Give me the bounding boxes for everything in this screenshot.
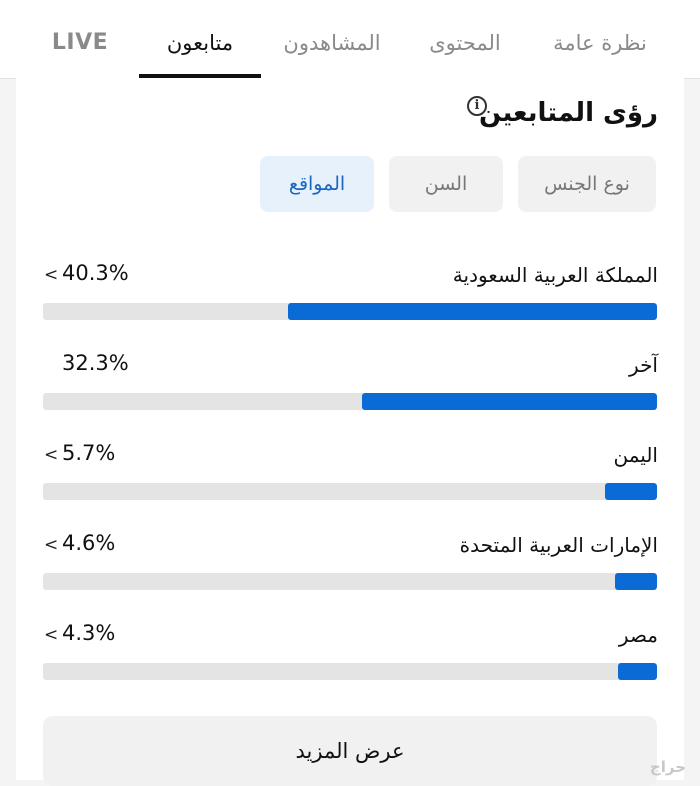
progress-track bbox=[43, 303, 657, 320]
location-name: المملكة العربية السعودية bbox=[452, 263, 658, 287]
watermark-logo: حراج bbox=[649, 758, 686, 776]
filter-gender[interactable]: نوع الجنس bbox=[518, 156, 656, 212]
location-name: اليمن bbox=[613, 443, 658, 467]
info-icon[interactable]: i bbox=[467, 96, 487, 116]
tab-viewers[interactable]: المشاهدون bbox=[282, 0, 382, 78]
list-item[interactable]: < 40.3% المملكة العربية السعودية bbox=[0, 261, 700, 343]
tab-content[interactable]: المحتوى bbox=[425, 0, 505, 78]
tab-overview[interactable]: نظرة عامة bbox=[550, 0, 650, 78]
tab-live[interactable]: LIVE bbox=[45, 0, 115, 78]
progress-fill bbox=[615, 573, 657, 590]
progress-track bbox=[43, 393, 657, 410]
chevron-left-icon: < bbox=[44, 265, 59, 285]
chevron-left-icon: < bbox=[44, 445, 59, 465]
progress-fill bbox=[618, 663, 657, 680]
location-percentage: 5.7% bbox=[62, 441, 116, 465]
progress-fill bbox=[362, 393, 657, 410]
filter-locations[interactable]: المواقع bbox=[260, 156, 374, 212]
progress-track bbox=[43, 483, 657, 500]
section-title: رؤى المتابعين bbox=[479, 98, 658, 128]
progress-track bbox=[43, 573, 657, 590]
filter-age[interactable]: السن bbox=[389, 156, 503, 212]
tab-bar: نظرة عامة المحتوى المشاهدون متابعون LIVE bbox=[0, 0, 700, 79]
location-name: مصر bbox=[618, 623, 658, 647]
location-name: آخر bbox=[629, 353, 658, 377]
location-percentage: 4.6% bbox=[62, 531, 116, 555]
location-percentage: 32.3% bbox=[62, 351, 129, 375]
tab-followers[interactable]: متابعون bbox=[139, 0, 261, 78]
location-name: الإمارات العربية المتحدة bbox=[459, 533, 658, 557]
location-percentage: 4.3% bbox=[62, 621, 116, 645]
list-item[interactable]: 32.3% آخر bbox=[0, 351, 700, 433]
progress-track bbox=[43, 663, 657, 680]
progress-fill bbox=[288, 303, 657, 320]
list-item[interactable]: < 4.6% الإمارات العربية المتحدة bbox=[0, 531, 700, 613]
chevron-left-icon: < bbox=[44, 625, 59, 645]
chevron-left-icon: < bbox=[44, 535, 59, 555]
progress-fill bbox=[605, 483, 657, 500]
location-percentage: 40.3% bbox=[62, 261, 129, 285]
list-item[interactable]: < 5.7% اليمن bbox=[0, 441, 700, 523]
list-item[interactable]: < 4.3% مصر bbox=[0, 621, 700, 703]
show-more-button[interactable]: عرض المزيد bbox=[43, 716, 657, 786]
